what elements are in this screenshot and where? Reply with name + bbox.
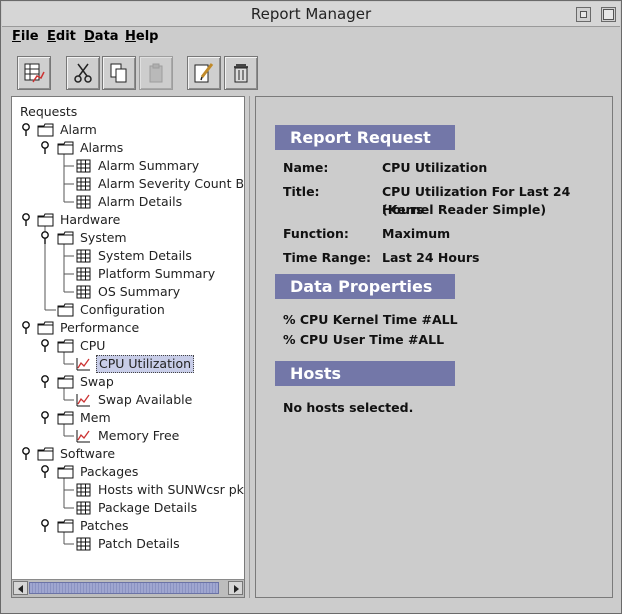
tree-item[interactable]: Software bbox=[12, 445, 244, 463]
report-details-pane: Report Request Name: CPU Utilization Tit… bbox=[255, 96, 613, 598]
scroll-left-arrow[interactable] bbox=[13, 581, 28, 595]
tree-item[interactable]: Platform Summary bbox=[12, 265, 244, 283]
tree-item-label: Patch Details bbox=[98, 536, 180, 551]
delete-button[interactable] bbox=[224, 56, 258, 90]
tree-item[interactable]: Hosts with SUNWcsr pkg bbox=[12, 481, 244, 499]
time-range-value: Last 24 Hours bbox=[382, 250, 480, 265]
new-report-icon bbox=[24, 63, 45, 83]
tree-item[interactable]: Memory Free bbox=[12, 427, 244, 445]
tree-item[interactable]: Alarm Severity Count By Host bbox=[12, 175, 244, 193]
request-tree-pane: Requests Alarm Alarms Alarm Summary Alarm S… bbox=[11, 96, 245, 598]
function-label: Function: bbox=[283, 226, 349, 241]
tree-item-label: Swap Available bbox=[98, 392, 193, 407]
tree-item-label: Memory Free bbox=[98, 428, 180, 443]
name-value: CPU Utilization bbox=[382, 160, 488, 175]
hosts-message: No hosts selected. bbox=[283, 400, 414, 415]
tree-item[interactable]: System bbox=[12, 229, 244, 247]
tree-item[interactable]: OS Summary bbox=[12, 283, 244, 301]
main-split-pane: Requests Alarm Alarms Alarm Summary Alarm S… bbox=[11, 96, 613, 598]
request-tree[interactable]: Requests Alarm Alarms Alarm Summary Alarm S… bbox=[12, 97, 244, 580]
new-report-button[interactable] bbox=[17, 56, 51, 90]
tree-item[interactable]: Packages bbox=[12, 463, 244, 481]
tree-item-label: Configuration bbox=[80, 302, 165, 317]
tree-item-label: Software bbox=[60, 446, 116, 461]
tree-item-label: Hosts with SUNWcsr pkg bbox=[98, 482, 244, 497]
split-divider[interactable] bbox=[245, 96, 255, 598]
tree-item-label: Alarm Details bbox=[98, 194, 183, 209]
copy-button[interactable] bbox=[102, 56, 136, 90]
data-properties-header: Data Properties bbox=[275, 274, 455, 299]
window-title: Report Manager bbox=[250, 5, 372, 23]
tree-item[interactable]: Hardware bbox=[12, 211, 244, 229]
tree-item[interactable]: CPU bbox=[12, 337, 244, 355]
scroll-right-arrow[interactable] bbox=[228, 581, 243, 595]
tree-item[interactable]: Mem bbox=[12, 409, 244, 427]
data-property-item: % CPU Kernel Time #ALL bbox=[283, 312, 458, 327]
tree-item[interactable]: Patch Details bbox=[12, 535, 244, 553]
title-value-line2: (Kernel Reader Simple) bbox=[382, 202, 547, 217]
copy-icon bbox=[110, 63, 127, 83]
hosts-header: Hosts bbox=[275, 361, 455, 386]
data-property-item: % CPU User Time #ALL bbox=[283, 332, 445, 347]
edit-icon bbox=[194, 63, 214, 83]
tree-item-label: Platform Summary bbox=[98, 266, 216, 281]
time-range-label: Time Range: bbox=[283, 250, 372, 265]
tree-item-label: Mem bbox=[80, 410, 111, 425]
tree-item-label: System bbox=[80, 230, 127, 245]
tree-item-label: Alarm bbox=[60, 122, 97, 137]
toolbar bbox=[2, 49, 620, 93]
title-bar[interactable]: Report Manager bbox=[2, 2, 620, 27]
tree-item-label: Performance bbox=[60, 320, 140, 335]
tree-item[interactable]: System Details bbox=[12, 247, 244, 265]
tree-item[interactable]: CPU Utilization bbox=[12, 355, 244, 373]
tree-item-label: Alarms bbox=[80, 140, 124, 155]
title-label: Title: bbox=[283, 184, 320, 199]
cut-icon bbox=[74, 63, 92, 83]
scroll-thumb[interactable] bbox=[29, 582, 219, 594]
delete-icon bbox=[234, 64, 248, 83]
table-report-icon bbox=[76, 537, 91, 556]
tree-item-label: Packages bbox=[80, 464, 139, 479]
tree-item[interactable]: Package Details bbox=[12, 499, 244, 517]
report-request-header: Report Request bbox=[275, 125, 455, 150]
tree-item-label: Swap bbox=[80, 374, 114, 389]
tree-item[interactable]: Performance bbox=[12, 319, 244, 337]
tree-item-label: Patches bbox=[80, 518, 129, 533]
report-manager-window: Report Manager File Edit Data Help Reque… bbox=[0, 0, 622, 614]
tree-item-label: Alarm Severity Count By Host bbox=[98, 176, 244, 191]
tree-item-label: Hardware bbox=[60, 212, 121, 227]
tree-item-label: Alarm Summary bbox=[98, 158, 200, 173]
maximize-button[interactable] bbox=[601, 7, 616, 22]
tree-item[interactable]: Alarm Details bbox=[12, 193, 244, 211]
menu-help[interactable]: Help bbox=[125, 28, 158, 46]
cut-button[interactable] bbox=[66, 56, 100, 90]
tree-horizontal-scrollbar[interactable] bbox=[12, 579, 244, 597]
tree-item-label: CPU Utilization bbox=[96, 355, 195, 373]
tree-item[interactable]: Configuration bbox=[12, 301, 244, 319]
menu-file[interactable]: File bbox=[12, 28, 39, 46]
tree-item-label: OS Summary bbox=[98, 284, 181, 299]
menu-edit[interactable]: Edit bbox=[47, 28, 76, 46]
tree-item[interactable]: Swap bbox=[12, 373, 244, 391]
paste-button[interactable] bbox=[139, 56, 173, 90]
menu-bar: File Edit Data Help bbox=[2, 27, 620, 47]
tree-item-label: CPU bbox=[80, 338, 106, 353]
minimize-button[interactable] bbox=[576, 7, 591, 22]
tree-item[interactable]: Swap Available bbox=[12, 391, 244, 409]
tree-item[interactable]: Alarms bbox=[12, 139, 244, 157]
tree-item-label: System Details bbox=[98, 248, 192, 263]
edit-button[interactable] bbox=[187, 56, 221, 90]
function-value: Maximum bbox=[382, 226, 451, 241]
tree-item[interactable]: Alarm bbox=[12, 121, 244, 139]
menu-data[interactable]: Data bbox=[84, 28, 119, 46]
tree-item-label: Package Details bbox=[98, 500, 198, 515]
tree-item[interactable]: Alarm Summary bbox=[12, 157, 244, 175]
name-label: Name: bbox=[283, 160, 329, 175]
paste-icon bbox=[149, 63, 163, 83]
tree-item[interactable]: Patches bbox=[12, 517, 244, 535]
